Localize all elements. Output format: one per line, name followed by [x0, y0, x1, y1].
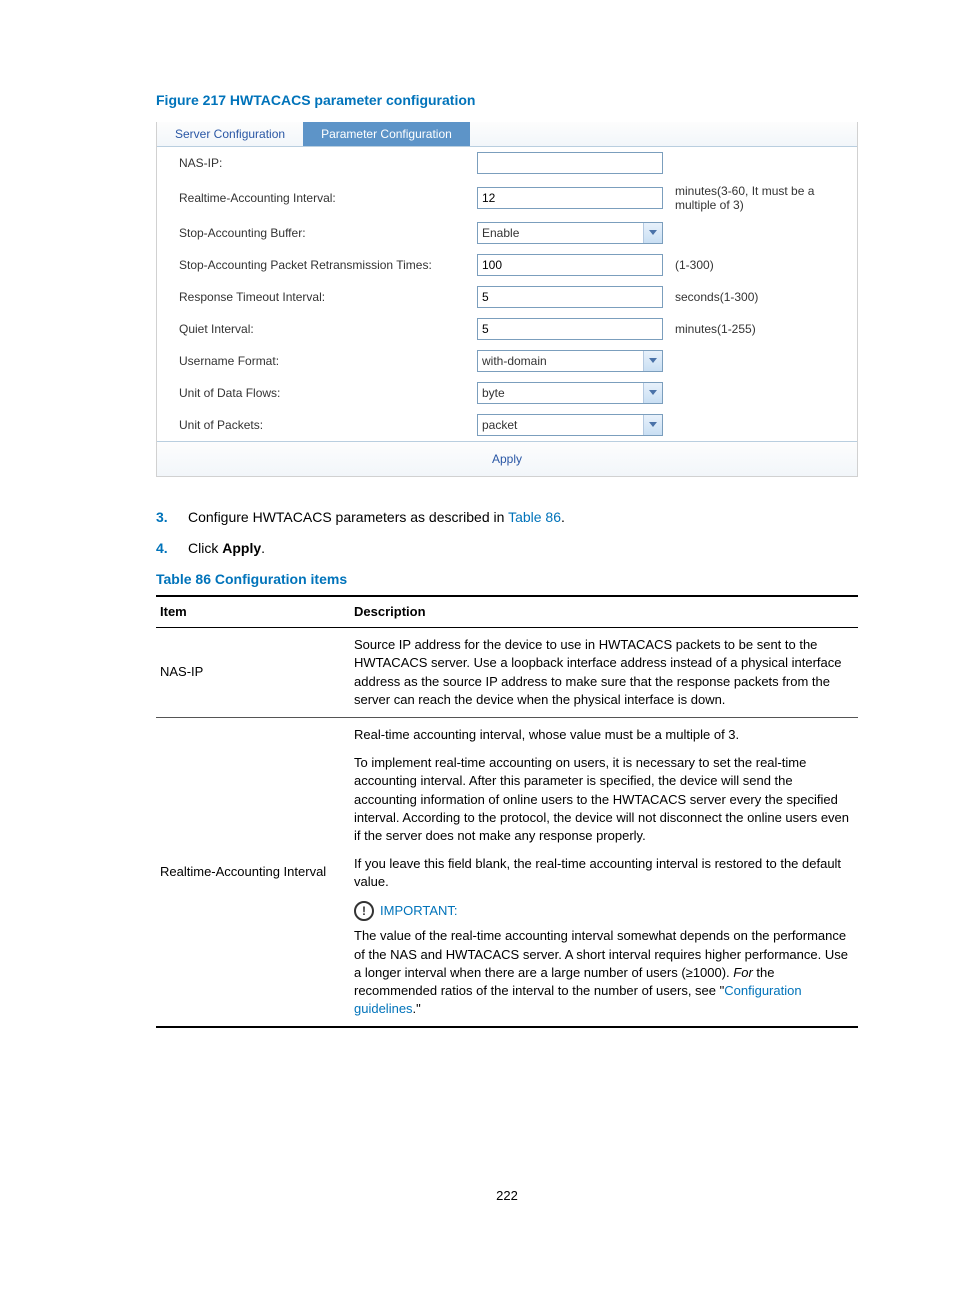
- col-item: Item: [156, 596, 350, 628]
- step-3-text: Configure HWTACACS parameters as describ…: [188, 507, 565, 528]
- important-icon: !: [354, 901, 374, 921]
- data-flow-select[interactable]: byte: [477, 382, 663, 404]
- packets-select[interactable]: packet: [477, 414, 663, 436]
- chevron-down-icon: [643, 415, 662, 435]
- data-flow-label: Unit of Data Flows:: [157, 377, 471, 409]
- config-items-table: Item Description NAS-IP Source IP addres…: [156, 595, 858, 1028]
- user-fmt-value: with-domain: [482, 354, 547, 368]
- packets-value: packet: [482, 418, 517, 432]
- chevron-down-icon: [643, 383, 662, 403]
- packets-hint: [669, 409, 857, 441]
- col-desc: Description: [350, 596, 858, 628]
- resp-timeout-input[interactable]: [477, 286, 663, 308]
- stop-buffer-label: Stop-Accounting Buffer:: [157, 217, 471, 249]
- user-fmt-hint: [669, 345, 857, 377]
- apply-button[interactable]: Apply: [478, 450, 536, 468]
- resp-timeout-label: Response Timeout Interval:: [157, 281, 471, 313]
- user-fmt-select[interactable]: with-domain: [477, 350, 663, 372]
- stop-buffer-value: Enable: [482, 226, 519, 240]
- stop-retrans-label: Stop-Accounting Packet Retransmission Ti…: [157, 249, 471, 281]
- table-row: NAS-IP Source IP address for the device …: [156, 628, 858, 718]
- user-fmt-label: Username Format:: [157, 345, 471, 377]
- stop-buffer-select[interactable]: Enable: [477, 222, 663, 244]
- tab-parameter-config[interactable]: Parameter Configuration: [303, 122, 470, 146]
- parameter-form: NAS-IP: Realtime-Accounting Interval: mi…: [157, 147, 857, 441]
- row1-item: NAS-IP: [156, 628, 350, 718]
- stop-retrans-input[interactable]: [477, 254, 663, 276]
- important-label: ! IMPORTANT:: [354, 901, 458, 921]
- resp-timeout-hint: seconds(1-300): [669, 281, 857, 313]
- data-flow-hint: [669, 377, 857, 409]
- tab-server-config[interactable]: Server Configuration: [157, 122, 303, 146]
- figure-title: Figure 217 HWTACACS parameter configurat…: [156, 92, 858, 108]
- table-86-link[interactable]: Table 86: [508, 509, 561, 525]
- stop-buffer-hint: [669, 217, 857, 249]
- nas-ip-label: NAS-IP:: [157, 147, 471, 179]
- row1-desc: Source IP address for the device to use …: [350, 628, 858, 718]
- quiet-hint: minutes(1-255): [669, 313, 857, 345]
- chevron-down-icon: [643, 223, 662, 243]
- table-title: Table 86 Configuration items: [156, 571, 858, 587]
- nas-ip-input[interactable]: [477, 152, 663, 174]
- step-list: 3. Configure HWTACACS parameters as desc…: [156, 507, 858, 559]
- row2-item: Realtime-Accounting Interval: [156, 717, 350, 1027]
- realtime-hint: minutes(3-60, It must be a multiple of 3…: [669, 179, 857, 217]
- chevron-down-icon: [643, 351, 662, 371]
- realtime-input[interactable]: [477, 187, 663, 209]
- quiet-input[interactable]: [477, 318, 663, 340]
- step-4-num: 4.: [156, 538, 188, 559]
- quiet-label: Quiet Interval:: [157, 313, 471, 345]
- page-number: 222: [156, 1188, 858, 1203]
- row2-desc: Real-time accounting interval, whose val…: [350, 717, 858, 1027]
- step-3-num: 3.: [156, 507, 188, 528]
- table-row: Realtime-Accounting Interval Real-time a…: [156, 717, 858, 1027]
- tab-bar: Server Configuration Parameter Configura…: [157, 122, 857, 147]
- config-panel: Server Configuration Parameter Configura…: [156, 122, 858, 477]
- data-flow-value: byte: [482, 386, 505, 400]
- packets-label: Unit of Packets:: [157, 409, 471, 441]
- nas-ip-hint: [669, 147, 857, 179]
- stop-retrans-hint: (1-300): [669, 249, 857, 281]
- step-4-text: Click Apply.: [188, 538, 265, 559]
- realtime-label: Realtime-Accounting Interval:: [157, 179, 471, 217]
